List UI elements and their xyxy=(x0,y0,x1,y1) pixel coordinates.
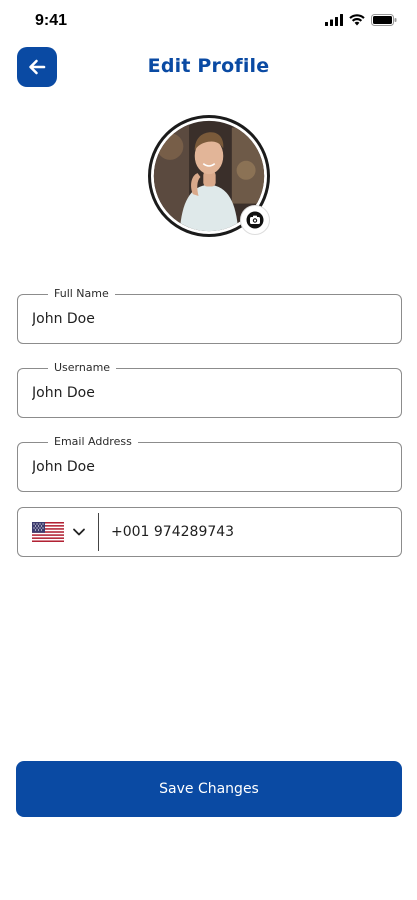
full-name-input[interactable] xyxy=(32,295,387,343)
change-photo-button[interactable] xyxy=(240,205,270,235)
phone-input[interactable] xyxy=(99,508,401,556)
status-bar: 9:41 xyxy=(0,0,417,44)
country-code-select[interactable] xyxy=(18,508,86,556)
save-button[interactable]: Save Changes xyxy=(16,761,402,817)
signal-icon xyxy=(325,14,343,26)
save-button-label: Save Changes xyxy=(159,781,259,797)
status-icons xyxy=(325,14,397,26)
edit-profile-screen: 9:41 Edit Profile Full Name John Doe Use… xyxy=(0,0,417,900)
full-name-field[interactable]: Full Name xyxy=(17,287,402,344)
phone-field[interactable] xyxy=(17,507,402,557)
camera-icon xyxy=(246,211,264,229)
status-time: 9:41 xyxy=(35,12,68,29)
battery-icon xyxy=(371,14,397,26)
avatar-container xyxy=(148,115,270,237)
email-field[interactable]: Email Address xyxy=(17,435,402,492)
username-field[interactable]: Username xyxy=(17,361,402,418)
page-title: Edit Profile xyxy=(147,55,270,77)
wifi-icon xyxy=(349,14,365,26)
us-flag-icon xyxy=(32,522,64,542)
username-input[interactable] xyxy=(32,369,387,417)
chevron-down-icon xyxy=(73,528,85,536)
email-input[interactable] xyxy=(32,443,387,491)
